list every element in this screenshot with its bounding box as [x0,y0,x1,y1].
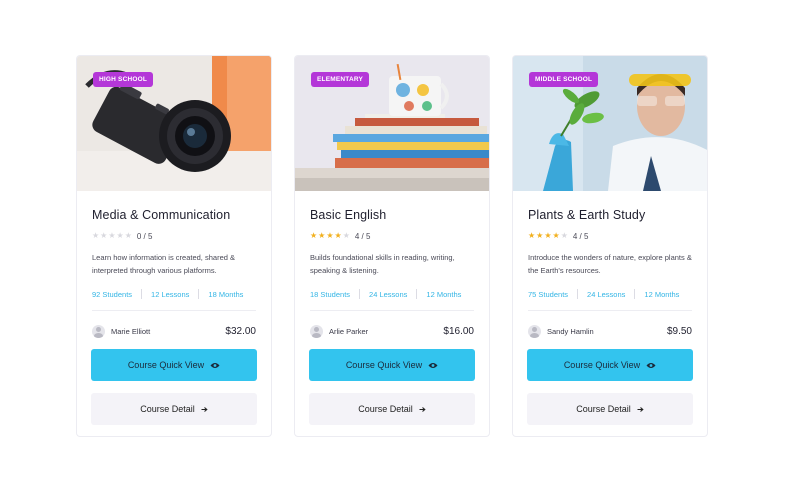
meta-divider [634,289,636,299]
detail-label: Course Detail [576,404,631,414]
students-count: 75 Students [528,289,569,299]
star-icon: ★ [124,231,132,240]
avatar-icon [310,324,323,338]
rating-text: 0 / 5 [136,231,153,241]
divider [310,310,474,311]
star-icon: ★ [528,231,536,240]
level-badge: ELEMENTARY [311,72,370,87]
course-meta: 92 Students 12 Lessons 18 Months [92,288,256,300]
author-row: Sandy Hamlin $9.50 [528,323,692,339]
lessons-count: 24 Lessons [587,289,626,299]
star-icon: ★ [536,231,544,240]
course-price: $32.00 [225,325,256,337]
course-price: $9.50 [666,325,692,337]
course-card: ELEMENTARY Basic English ★ ★ ★ ★ ★ 4 / 5… [294,55,490,437]
author[interactable]: Arlie Parker [310,324,369,338]
star-icon: ★ [100,231,108,240]
course-duration: 18 Months [208,289,244,299]
course-card: MIDDLE SCHOOL Plants & Earth Study ★ ★ ★… [512,55,708,437]
star-icon: ★ [552,231,560,240]
lessons-count: 12 Lessons [151,289,190,299]
meta-divider [359,289,361,299]
rating-stars: ★ ★ ★ ★ ★ [92,232,132,240]
course-price: $16.00 [443,325,474,337]
course-meta: 18 Students 24 Lessons 12 Months [310,288,474,300]
course-quick-view-button[interactable]: Course Quick View [91,349,257,381]
eye-icon [210,362,220,369]
detail-label: Course Detail [358,404,413,414]
quick-view-label: Course Quick View [345,360,423,370]
meta-divider [577,289,579,299]
lessons-count: 24 Lessons [369,289,408,299]
eye-icon [646,362,656,369]
eye-icon [428,362,438,369]
star-icon: ★ [310,231,318,240]
course-title[interactable]: Basic English [310,208,474,224]
course-description: Learn how information is created, shared… [92,253,235,275]
author[interactable]: Sandy Hamlin [528,324,594,338]
course-quick-view-button[interactable]: Course Quick View [309,349,475,381]
star-icon: ★ [108,231,116,240]
course-description: Builds foundational skills in reading, w… [310,253,455,275]
course-card: HIGH SCHOOL Media & Communication ★ ★ ★ … [76,55,272,437]
author-name: Marie Elliott [111,326,151,336]
course-meta: 75 Students 24 Lessons 12 Months [528,288,692,300]
quick-view-label: Course Quick View [563,360,641,370]
course-title[interactable]: Media & Communication [92,208,256,224]
course-rating: ★ ★ ★ ★ ★ 0 / 5 [92,230,256,242]
course-quick-view-button[interactable]: Course Quick View [527,349,693,381]
course-duration: 12 Months [644,289,680,299]
students-count: 18 Students [310,289,351,299]
divider [528,310,692,311]
star-icon: ★ [342,231,350,240]
course-thumbnail[interactable]: ELEMENTARY [295,56,489,191]
quick-view-label: Course Quick View [127,360,205,370]
course-rating: ★ ★ ★ ★ ★ 4 / 5 [310,230,474,242]
course-detail-button[interactable]: Course Detail [91,393,257,425]
star-icon: ★ [326,231,334,240]
star-icon: ★ [334,231,342,240]
arrow-right-icon [637,406,644,413]
divider [92,310,256,311]
course-description: Introduce the wonders of nature, explore… [528,253,692,275]
course-duration: 12 Months [426,289,462,299]
detail-label: Course Detail [140,404,195,414]
star-icon: ★ [560,231,568,240]
author-row: Arlie Parker $16.00 [310,323,474,339]
avatar-icon [528,324,541,338]
rating-text: 4 / 5 [354,231,371,241]
star-icon: ★ [116,231,124,240]
course-rating: ★ ★ ★ ★ ★ 4 / 5 [528,230,692,242]
star-icon: ★ [318,231,326,240]
author-name: Sandy Hamlin [547,326,594,336]
avatar-icon [92,324,105,338]
meta-divider [198,289,200,299]
course-detail-button[interactable]: Course Detail [309,393,475,425]
arrow-right-icon [419,406,426,413]
star-icon: ★ [92,231,100,240]
rating-stars: ★ ★ ★ ★ ★ [310,232,350,240]
course-title[interactable]: Plants & Earth Study [528,208,692,224]
students-count: 92 Students [92,289,133,299]
course-detail-button[interactable]: Course Detail [527,393,693,425]
level-badge: MIDDLE SCHOOL [529,72,599,87]
author-name: Arlie Parker [329,326,369,336]
star-icon: ★ [544,231,552,240]
course-grid: HIGH SCHOOL Media & Communication ★ ★ ★ … [0,0,800,489]
meta-divider [416,289,418,299]
arrow-right-icon [201,406,208,413]
author-row: Marie Elliott $32.00 [92,323,256,339]
level-badge: HIGH SCHOOL [93,72,154,87]
course-thumbnail[interactable]: HIGH SCHOOL [77,56,271,191]
author[interactable]: Marie Elliott [92,324,151,338]
rating-stars: ★ ★ ★ ★ ★ [528,232,568,240]
rating-text: 4 / 5 [572,231,589,241]
meta-divider [141,289,143,299]
course-thumbnail[interactable]: MIDDLE SCHOOL [513,56,707,191]
